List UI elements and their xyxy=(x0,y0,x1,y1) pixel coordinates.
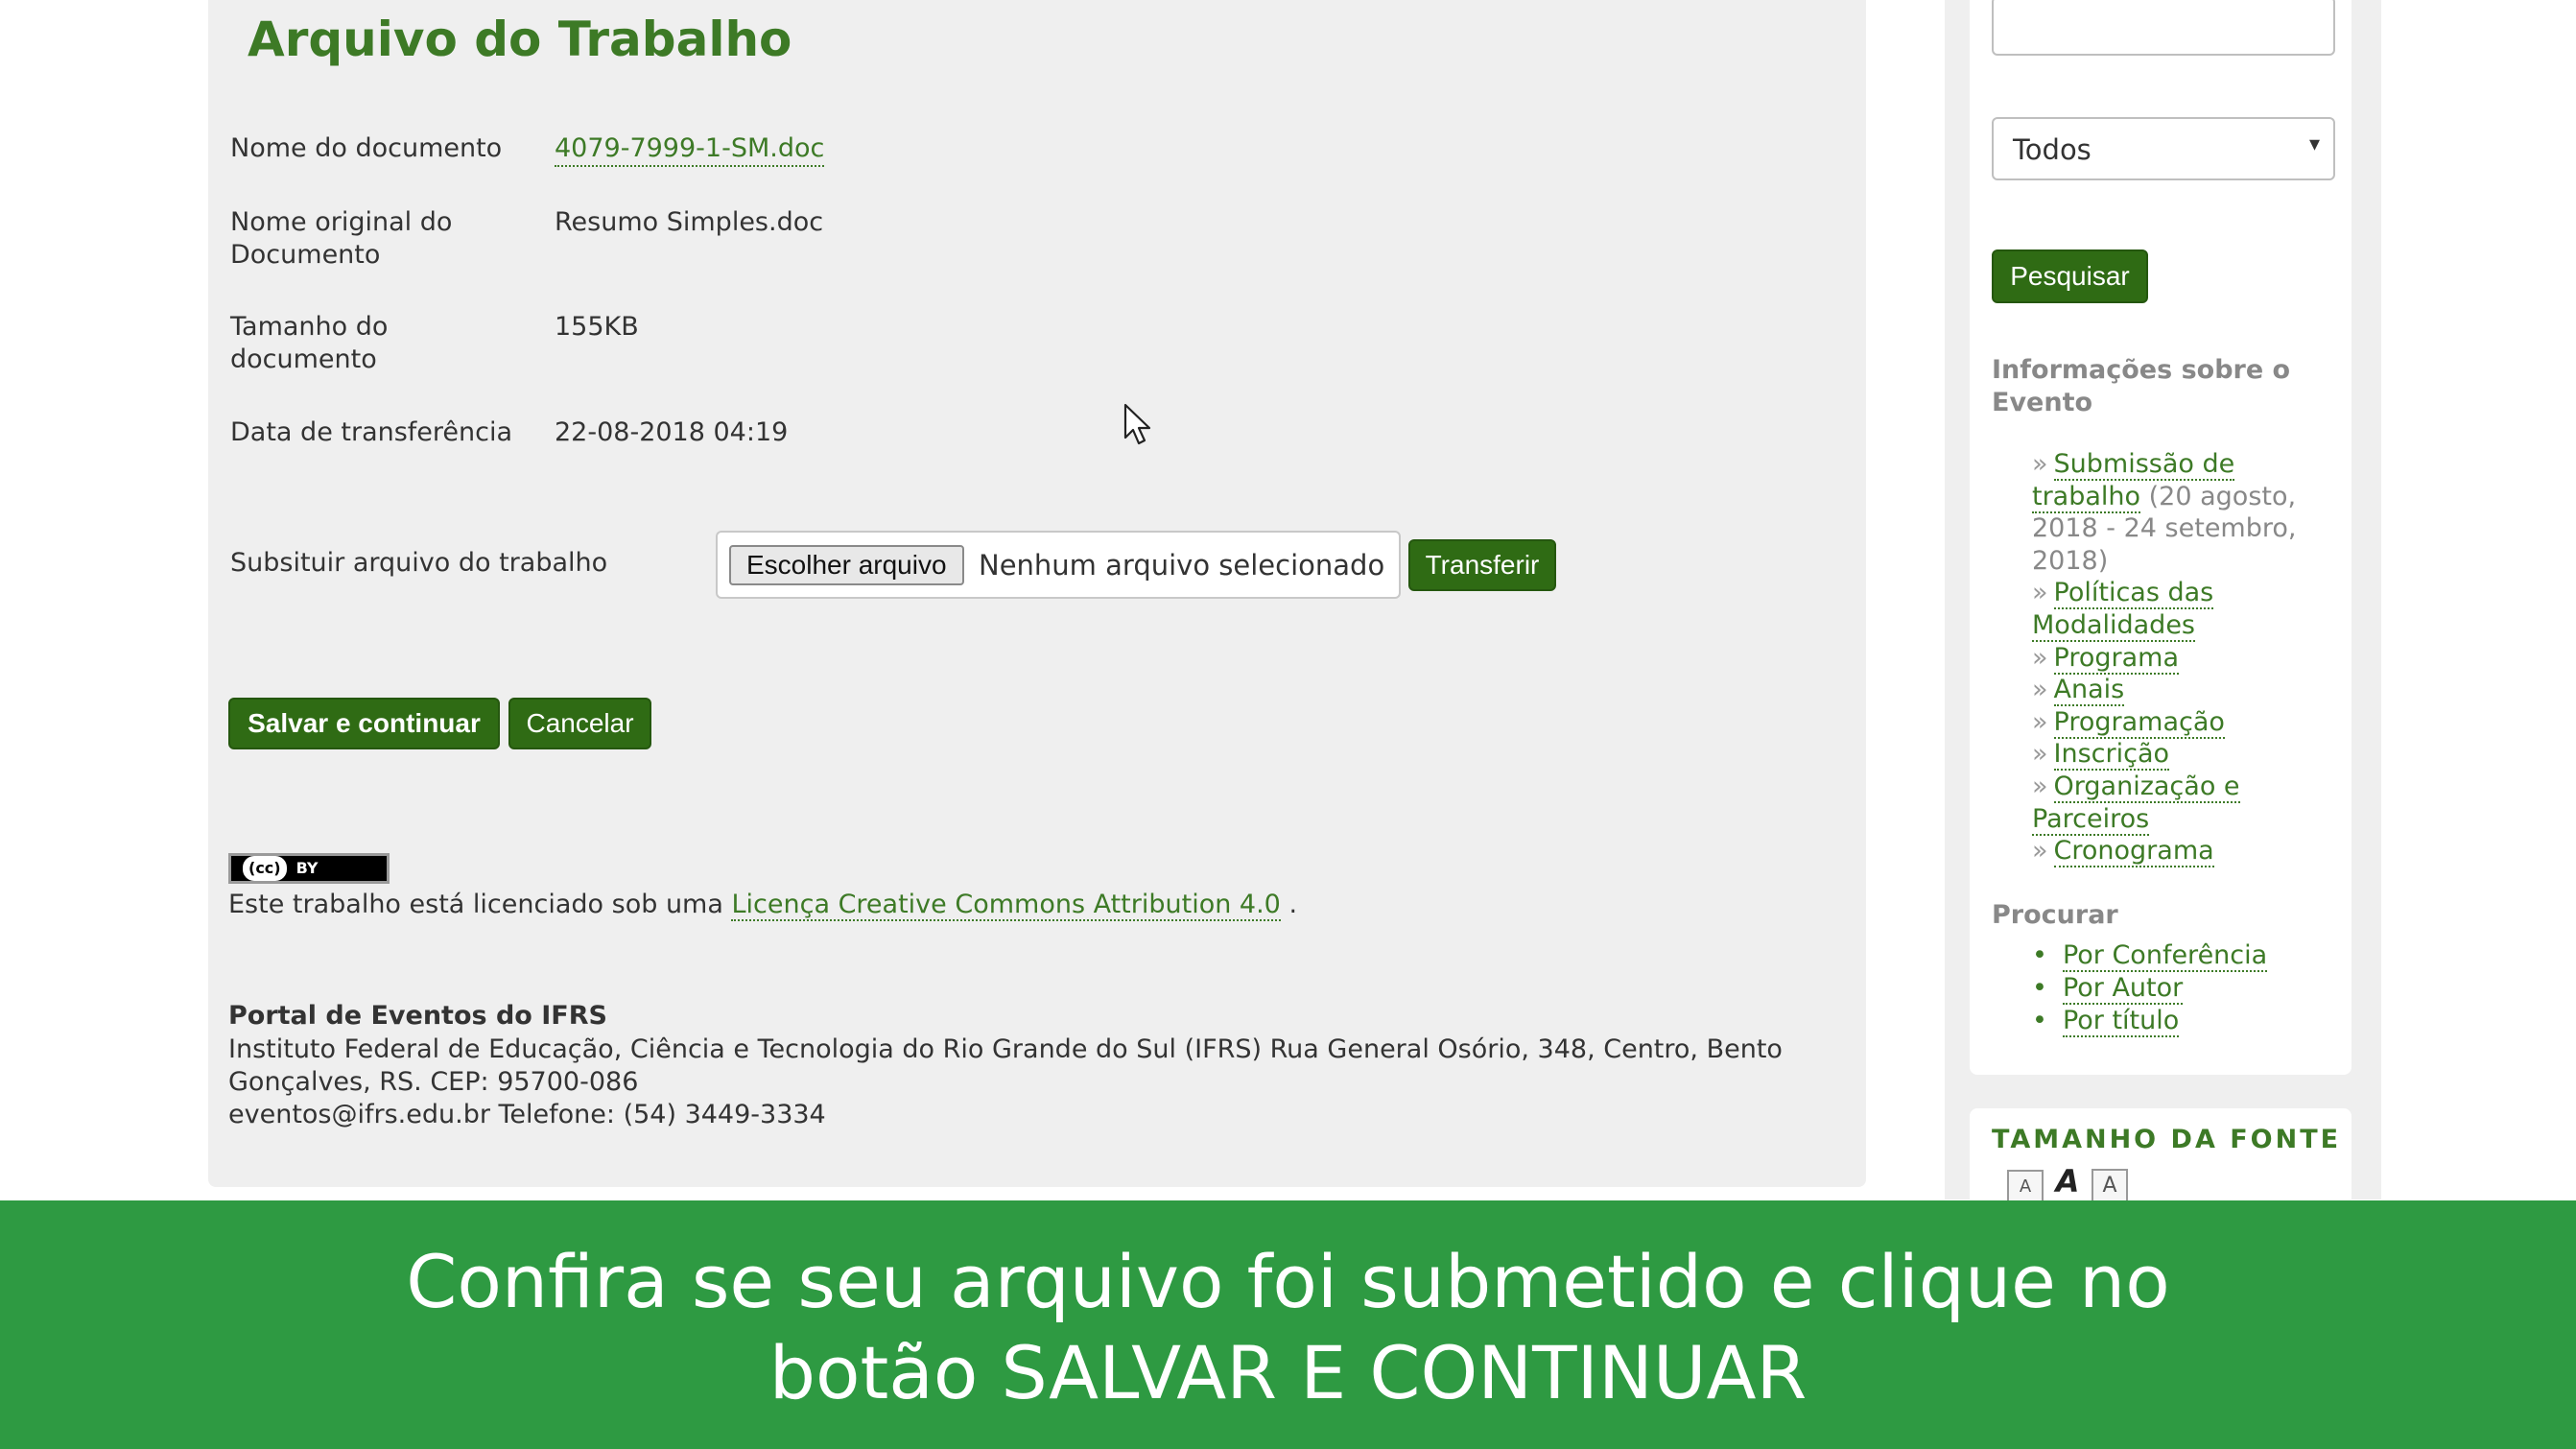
cc-by-label: BY xyxy=(295,859,319,877)
footer-contact-line: eventos@ifrs.edu.br Telefone: (54) 3449-… xyxy=(228,1100,826,1129)
nav-link-policies-line1[interactable]: Políticas das xyxy=(2053,578,2214,610)
caption-line1: Confira se seu arquivo foi submetido e c… xyxy=(406,1239,2170,1324)
search-input[interactable] xyxy=(1992,0,2335,56)
nav-link-organization-line2[interactable]: Parceiros xyxy=(2032,803,2150,836)
submission-date-note-b: 2018 - 24 setembro, xyxy=(2032,513,2297,544)
font-normal-icon[interactable]: A xyxy=(2049,1166,2086,1200)
raquo-icon: » xyxy=(2032,675,2048,705)
search-by-conference-link[interactable]: Por Conferência xyxy=(2062,940,2268,972)
save-and-continue-button[interactable]: Salvar e continuar xyxy=(228,698,500,749)
original-name-label-line1: Nome original do xyxy=(230,207,453,237)
search-heading: Procurar xyxy=(1992,900,2118,930)
event-info-heading-line1: Informações sobre o xyxy=(1992,355,2291,385)
date-label: Data de transferência xyxy=(230,417,513,447)
replace-file-label: Subsituir arquivo do trabalho xyxy=(230,548,608,578)
nav-item-submission: » Submissão de xyxy=(2032,448,2320,481)
event-info-heading: Informações sobre o Evento xyxy=(1992,354,2290,419)
footer-address-line1: Instituto Federal de Educação, Ciência e… xyxy=(228,1034,1783,1064)
search-link-item: • Por Autor xyxy=(2032,972,2267,1005)
raquo-icon: » xyxy=(2032,449,2048,479)
bullet-icon: • xyxy=(2032,973,2047,1003)
nav-link-annals[interactable]: Anais xyxy=(2053,675,2125,707)
search-by-author-link[interactable]: Por Autor xyxy=(2062,973,2184,1005)
creative-commons-badge[interactable]: (cc) BY xyxy=(228,853,390,884)
nav-link-policies-line2[interactable]: Modalidades xyxy=(2032,609,2196,642)
size-label: Tamanho do documento xyxy=(230,311,537,376)
footer-title: Portal de Eventos do IFRS xyxy=(228,1001,607,1031)
nav-item-organization-cont: Parceiros xyxy=(2032,803,2320,836)
submission-date-note-a: (20 agosto, xyxy=(2140,481,2297,511)
license-link[interactable]: Licença Creative Commons Attribution 4.0 xyxy=(731,890,1281,921)
choose-file-button[interactable]: Escolher arquivo xyxy=(729,545,964,585)
transfer-button[interactable]: Transferir xyxy=(1408,539,1556,591)
footer-address-line2: Gonçalves, RS. CEP: 95700-086 xyxy=(228,1067,639,1097)
no-file-selected-text: Nenhum arquivo selecionado xyxy=(979,549,1385,582)
raquo-icon: » xyxy=(2032,836,2048,867)
search-links: • Por Conferência • Por Autor • Por título xyxy=(2032,939,2268,1037)
cancel-button[interactable]: Cancelar xyxy=(508,698,651,749)
nav-link-submission-line2[interactable]: trabalho xyxy=(2032,481,2141,513)
cc-logo-icon: (cc) xyxy=(243,856,287,881)
search-button[interactable]: Pesquisar xyxy=(1992,249,2148,303)
size-value: 155KB xyxy=(555,312,639,342)
nav-item-submission-cont: trabalho (20 agosto, xyxy=(2032,481,2320,513)
nav-item-policies-cont: Modalidades xyxy=(2032,609,2320,642)
nav-item-registration: » Inscrição xyxy=(2032,738,2320,772)
raquo-icon: » xyxy=(2032,706,2048,737)
nav-link-schedule[interactable]: Programação xyxy=(2053,706,2225,739)
size-label-line2: documento xyxy=(230,344,377,374)
submission-date-note-c: 2018) xyxy=(2032,545,2109,576)
license-text-prefix: Este trabalho está licenciado sob uma xyxy=(228,890,732,919)
original-name-label: Nome original do Documento xyxy=(230,206,537,272)
license-text: Este trabalho está licenciado sob uma Li… xyxy=(228,889,1297,921)
original-name-value: Resumo Simples.doc xyxy=(555,207,824,237)
font-larger-icon[interactable]: A xyxy=(2092,1169,2128,1203)
event-info-heading-line2: Evento xyxy=(1992,388,2093,417)
doc-name-link[interactable]: 4079-7999-1-SM.doc xyxy=(555,132,825,167)
nav-link-program[interactable]: Programa xyxy=(2053,642,2179,675)
nav-item-program: » Programa xyxy=(2032,642,2320,675)
raquo-icon: » xyxy=(2032,739,2048,770)
font-size-controls: AAA xyxy=(2007,1166,2134,1204)
original-name-label-line2: Documento xyxy=(230,240,381,270)
caption-banner: Confira se seu arquivo foi submetido e c… xyxy=(0,1200,2576,1449)
search-link-item: • Por Conferência xyxy=(2032,939,2268,972)
raquo-icon: » xyxy=(2032,771,2048,801)
caption-line2: botão SALVAR E CONTINUAR xyxy=(768,1330,1808,1415)
nav-item-organization: » Organização e xyxy=(2032,771,2320,803)
search-link-item: • Por título xyxy=(2032,1005,2267,1037)
event-info-nav: » Submissão de trabalho (20 agosto, 2018 … xyxy=(2032,448,2320,868)
date-value: 22-08-2018 04:19 xyxy=(555,417,789,447)
license-text-suffix: . xyxy=(1280,890,1298,919)
nav-item-schedule: » Programação xyxy=(2032,706,2320,739)
font-smaller-icon[interactable]: A xyxy=(2007,1170,2044,1204)
raquo-icon: » xyxy=(2032,578,2048,608)
select-value: Todos xyxy=(2013,133,2092,166)
nav-link-organization-line1[interactable]: Organização e xyxy=(2053,771,2240,803)
search-scope-select[interactable]: Todos ▾ xyxy=(1992,117,2335,180)
file-input[interactable]: Escolher arquivo Nenhum arquivo selecion… xyxy=(716,531,1401,599)
nav-item-annals: » Anais xyxy=(2032,674,2320,707)
mouse-cursor-icon xyxy=(1123,403,1151,445)
font-size-heading: TAMANHO DA FONTE xyxy=(1992,1125,2342,1154)
search-by-title-link[interactable]: Por título xyxy=(2062,1006,2180,1037)
page-title: Arquivo do Trabalho xyxy=(248,12,792,67)
nav-item-timeline: » Cronograma xyxy=(2032,835,2320,868)
raquo-icon: » xyxy=(2032,642,2048,673)
bullet-icon: • xyxy=(2032,1006,2047,1035)
nav-item-policies: » Políticas das xyxy=(2032,577,2320,610)
nav-link-registration[interactable]: Inscrição xyxy=(2053,739,2170,772)
nav-link-submission-line1[interactable]: Submissão de xyxy=(2053,449,2235,481)
doc-name-label: Nome do documento xyxy=(230,133,503,163)
nav-link-timeline[interactable]: Cronograma xyxy=(2053,836,2214,868)
chevron-down-icon: ▾ xyxy=(2308,132,2320,156)
size-label-line1: Tamanho do xyxy=(230,312,389,342)
bullet-icon: • xyxy=(2032,940,2047,970)
